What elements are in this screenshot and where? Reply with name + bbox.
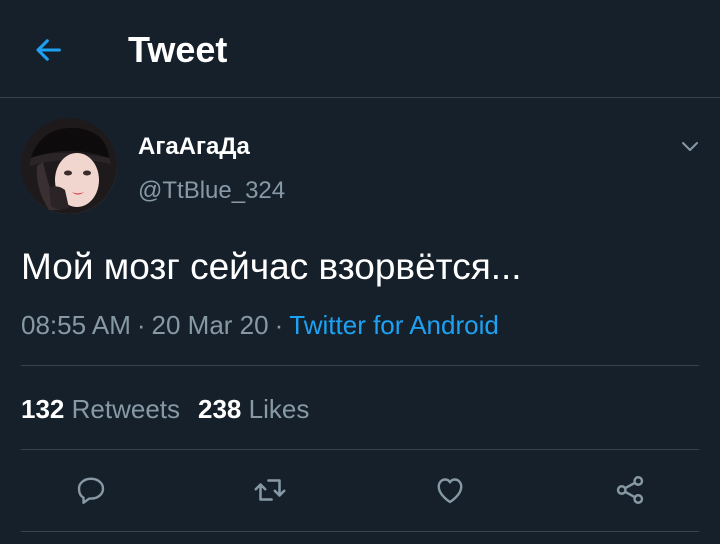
likes-label: Likes bbox=[248, 394, 310, 424]
tweet-text: Мой мозг сейчас взорвётся... bbox=[21, 246, 522, 287]
like-icon bbox=[437, 478, 463, 504]
retweets-label: Retweets bbox=[71, 394, 181, 424]
chevron-down-icon bbox=[682, 142, 698, 151]
tweet-date: 20 Mar 20 bbox=[151, 310, 269, 340]
tweet-time: 08:55 AM bbox=[21, 310, 131, 340]
arrow-left-icon bbox=[36, 39, 61, 61]
page-title: Tweet bbox=[128, 29, 228, 70]
author-handle[interactable]: @TtBlue_324 bbox=[138, 176, 285, 206]
avatar-image bbox=[21, 118, 117, 214]
reply-icon bbox=[77, 477, 105, 504]
like-button[interactable] bbox=[430, 470, 470, 510]
back-button[interactable] bbox=[28, 30, 68, 70]
reply-button[interactable] bbox=[71, 470, 111, 510]
author-display-name[interactable]: АгаАгаДа bbox=[138, 132, 250, 162]
tweet-stats: 132 Retweets 238 Likes bbox=[21, 392, 309, 426]
tweet-source-link[interactable]: Twitter for Android bbox=[289, 310, 499, 340]
retweet-button[interactable] bbox=[250, 470, 290, 510]
divider bbox=[21, 365, 699, 366]
separator: · bbox=[274, 310, 284, 340]
retweets-stat[interactable]: 132 Retweets bbox=[21, 394, 180, 424]
likes-count: 238 bbox=[198, 394, 242, 424]
separator: · bbox=[136, 310, 146, 340]
retweet-icon bbox=[254, 479, 286, 501]
divider bbox=[21, 449, 699, 450]
likes-stat[interactable]: 238 Likes bbox=[198, 394, 309, 424]
more-options-button[interactable] bbox=[676, 132, 704, 160]
share-icon bbox=[616, 476, 644, 504]
tweet-metadata: 08:55 AM · 20 Mar 20 · Twitter for Android bbox=[21, 308, 499, 342]
divider bbox=[21, 531, 699, 532]
top-app-bar: Tweet bbox=[0, 0, 720, 98]
tweet-detail-screen: Tweet АгаАгаДа @TtBlue_324 Мой мозг сейч… bbox=[0, 0, 720, 544]
share-button[interactable] bbox=[610, 470, 650, 510]
avatar[interactable] bbox=[21, 118, 117, 214]
retweets-count: 132 bbox=[21, 394, 65, 424]
